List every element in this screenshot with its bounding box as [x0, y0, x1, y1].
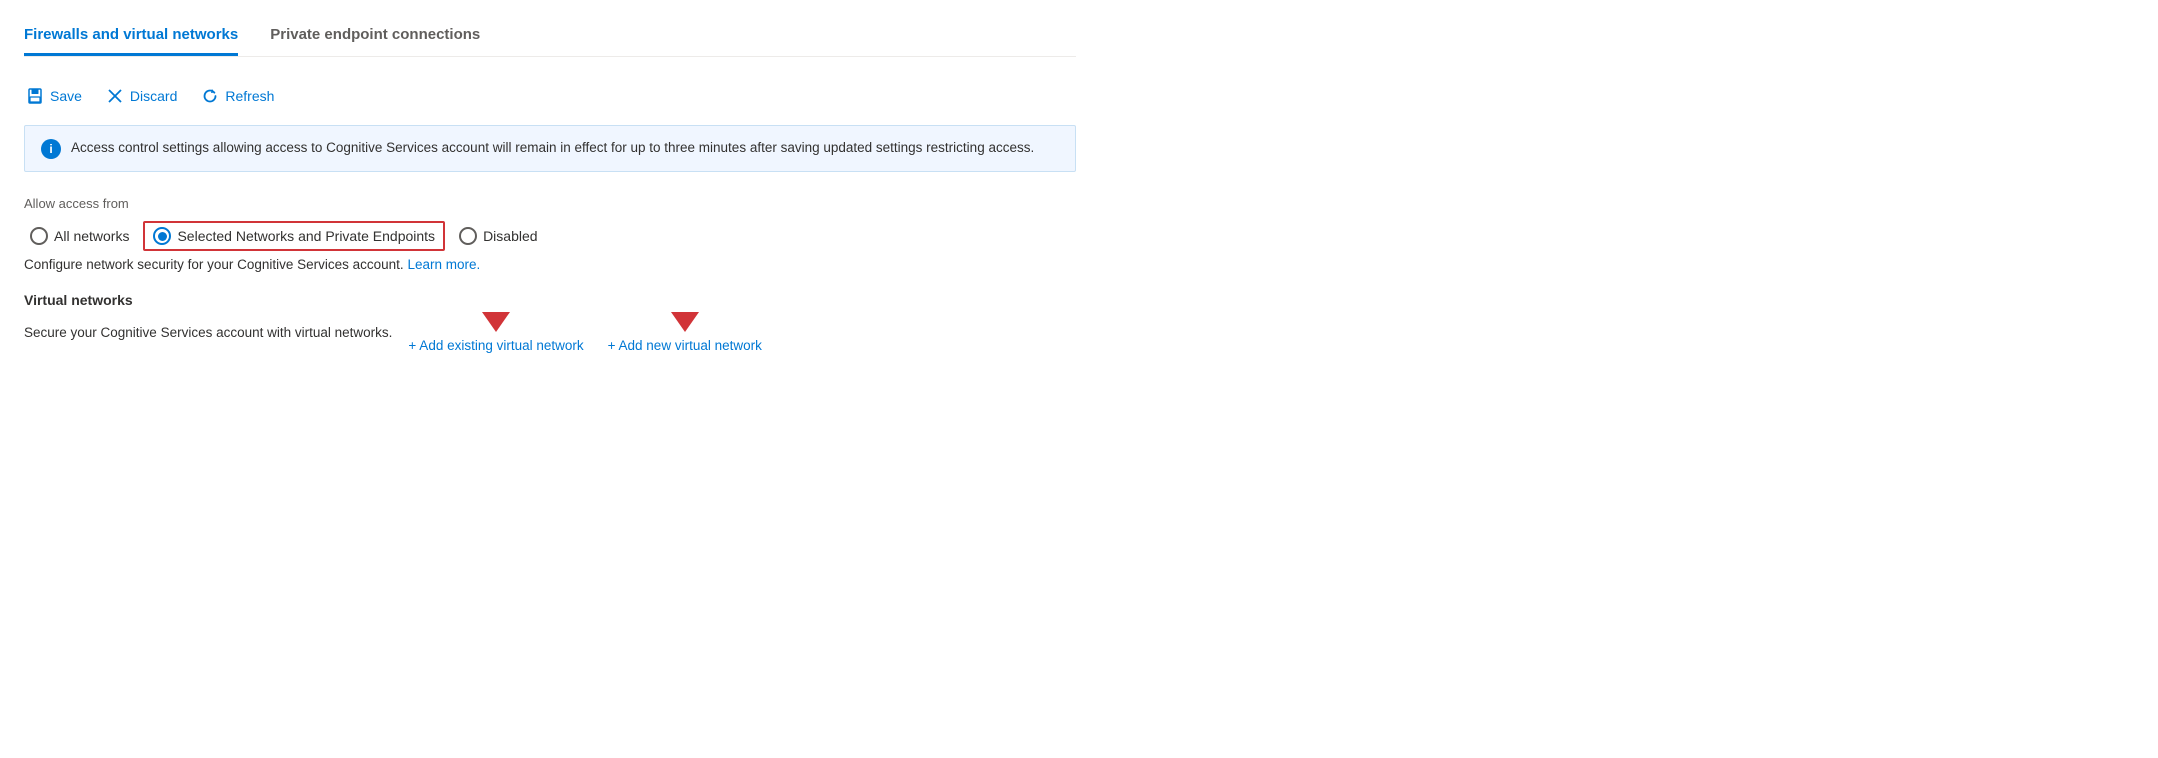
tab-bar: Firewalls and virtual networks Private e… — [24, 16, 1076, 57]
discard-icon — [106, 87, 124, 105]
info-text: Access control settings allowing access … — [71, 138, 1034, 158]
access-radio-group: All networks Selected Networks and Priva… — [24, 221, 1076, 251]
radio-all-networks[interactable]: All networks — [24, 223, 135, 249]
refresh-button[interactable]: Refresh — [199, 83, 276, 109]
toolbar: Save Discard Refresh — [24, 73, 1076, 125]
add-existing-wrapper: + Add existing virtual network — [408, 312, 583, 353]
virtual-networks-row: Secure your Cognitive Services account w… — [24, 312, 1076, 353]
discard-button[interactable]: Discard — [104, 83, 179, 109]
access-description: Configure network security for your Cogn… — [24, 257, 1076, 272]
access-label: Allow access from — [24, 196, 1076, 211]
refresh-icon — [201, 87, 219, 105]
save-button[interactable]: Save — [24, 83, 84, 109]
radio-selected-networks[interactable]: Selected Networks and Private Endpoints — [143, 221, 445, 251]
radio-disabled[interactable]: Disabled — [453, 223, 543, 249]
save-icon — [26, 87, 44, 105]
save-label: Save — [50, 88, 82, 104]
info-icon: i — [41, 139, 61, 159]
virtual-networks-title: Virtual networks — [24, 292, 1076, 308]
add-new-virtual-network-link[interactable]: + Add new virtual network — [608, 338, 762, 353]
arrow-down-new — [671, 312, 699, 332]
radio-disabled-label: Disabled — [483, 228, 537, 244]
refresh-label: Refresh — [225, 88, 274, 104]
tab-private-endpoint[interactable]: Private endpoint connections — [270, 16, 480, 56]
virtual-networks-section: Virtual networks Secure your Cognitive S… — [24, 292, 1076, 353]
radio-disabled-circle — [459, 227, 477, 245]
radio-selected-networks-label: Selected Networks and Private Endpoints — [177, 228, 435, 244]
virtual-networks-links: + Add existing virtual network + Add new… — [408, 312, 761, 353]
radio-all-networks-circle — [30, 227, 48, 245]
arrow-down-existing — [482, 312, 510, 332]
tab-firewalls[interactable]: Firewalls and virtual networks — [24, 16, 238, 56]
discard-label: Discard — [130, 88, 177, 104]
virtual-networks-description: Secure your Cognitive Services account w… — [24, 325, 392, 340]
main-container: Firewalls and virtual networks Private e… — [0, 0, 1100, 369]
radio-selected-networks-circle — [153, 227, 171, 245]
access-section: Allow access from All networks Selected … — [24, 196, 1076, 272]
info-banner: i Access control settings allowing acces… — [24, 125, 1076, 172]
radio-all-networks-label: All networks — [54, 228, 129, 244]
learn-more-link[interactable]: Learn more. — [407, 257, 480, 272]
add-new-wrapper: + Add new virtual network — [608, 312, 762, 353]
add-existing-virtual-network-link[interactable]: + Add existing virtual network — [408, 338, 583, 353]
